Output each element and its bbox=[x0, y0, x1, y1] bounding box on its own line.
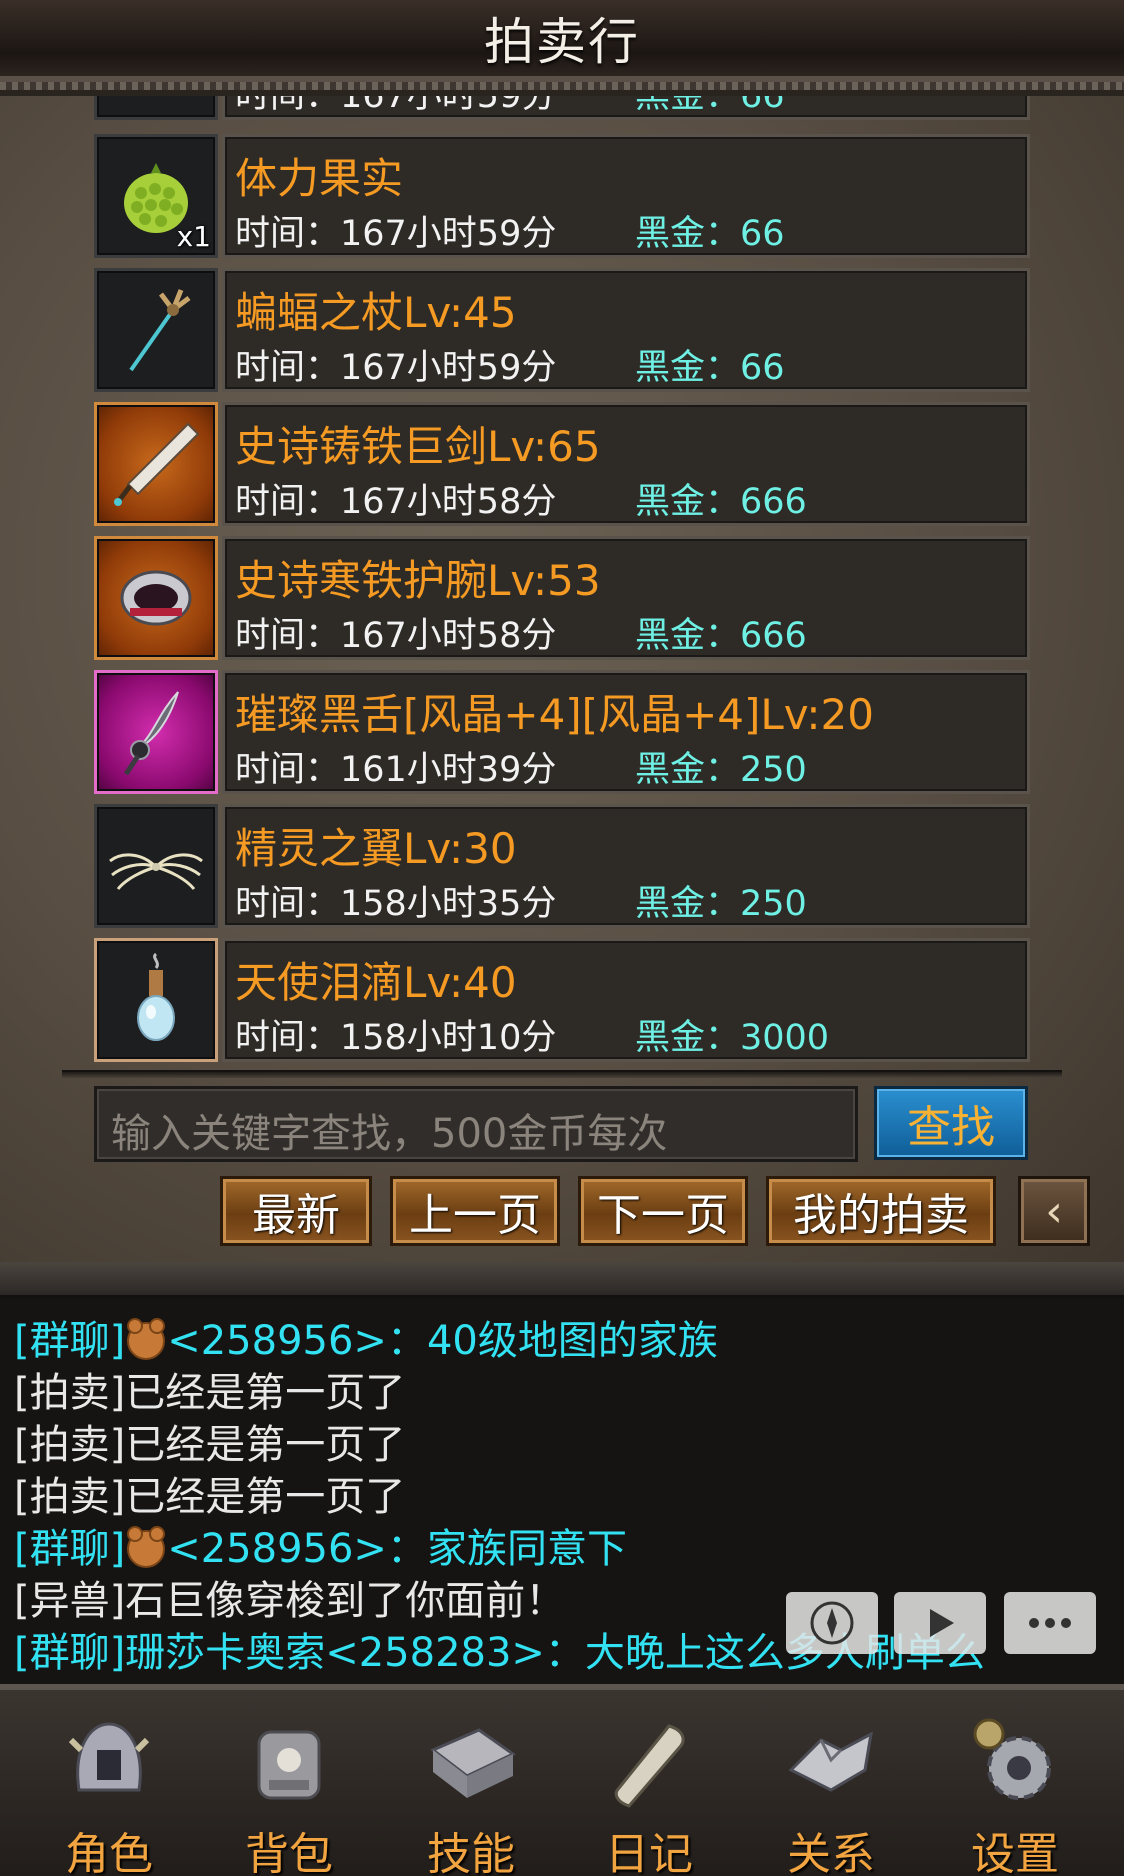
list-item[interactable]: 时间：167小时59分 黑金：66 bbox=[94, 96, 1030, 120]
search-placeholder: 输入关键字查找，500金币每次 bbox=[111, 1111, 668, 1157]
item-time: 时间：158小时35分 bbox=[235, 884, 557, 924]
back-button[interactable]: ‹ bbox=[1018, 1176, 1090, 1246]
item-time: 时间：158小时10分 bbox=[235, 1018, 557, 1058]
search-input[interactable]: 输入关键字查找，500金币每次 bbox=[94, 1086, 858, 1162]
nav-label: 技能 bbox=[427, 1829, 515, 1876]
item-price: 黑金：66 bbox=[635, 96, 785, 116]
item-name: 史诗寒铁护腕Lv:53 bbox=[235, 556, 601, 605]
list-item[interactable]: 史诗铸铁巨剑Lv:65 时间：167小时58分 黑金：666 bbox=[94, 402, 1030, 526]
chat-line: [异兽]石巨像穿梭到了你面前！ bbox=[14, 1578, 566, 1624]
chat-line: [拍卖]已经是第一页了 bbox=[14, 1474, 406, 1520]
item-card: 精灵之翼Lv:30 时间：158小时35分 黑金：250 bbox=[222, 804, 1030, 928]
item-name: 体力果实 bbox=[235, 154, 404, 203]
nav-label: 关系 bbox=[787, 1829, 875, 1876]
bear-emoji-icon bbox=[127, 1318, 166, 1360]
gear-icon bbox=[960, 1706, 1070, 1814]
bat-staff-icon bbox=[129, 289, 191, 372]
item-thumbnail bbox=[94, 536, 218, 660]
item-time: 时间：167小时59分 bbox=[235, 96, 557, 116]
item-price: 黑金：666 bbox=[635, 482, 807, 522]
chat-bubble-icon[interactable] bbox=[1004, 1592, 1096, 1654]
item-thumbnail bbox=[94, 804, 218, 928]
greatsword-icon bbox=[114, 422, 200, 506]
item-price: 黑金：250 bbox=[635, 884, 807, 924]
wings-icon bbox=[109, 853, 203, 890]
auction-panel: 时间：167小时59分 黑金：66 x1 体力果实 时间：167小时59分 黑金… bbox=[0, 96, 1124, 1262]
skill-book-icon bbox=[416, 1706, 526, 1814]
item-thumbnail bbox=[94, 938, 218, 1062]
item-card: 史诗寒铁护腕Lv:53 时间：167小时58分 黑金：666 bbox=[222, 536, 1030, 660]
page-title: 拍卖行 bbox=[484, 13, 640, 71]
list-divider bbox=[62, 1070, 1062, 1078]
item-thumbnail bbox=[94, 402, 218, 526]
bracer-icon bbox=[120, 570, 192, 626]
chat-line: [群聊] <258956>：40级地图的家族 bbox=[14, 1318, 718, 1364]
item-name: 史诗铸铁巨剑Lv:65 bbox=[235, 422, 601, 471]
item-time: 时间：167小时59分 bbox=[235, 214, 557, 254]
bottom-navigation: 角色 背包 技能 日记 关系 设置 bbox=[0, 1684, 1124, 1876]
item-time: 时间：167小时58分 bbox=[235, 616, 557, 656]
nav-character[interactable]: 角色 bbox=[34, 1706, 184, 1876]
nav-backpack[interactable]: 背包 bbox=[214, 1706, 364, 1876]
nav-settings[interactable]: 设置 bbox=[940, 1706, 1090, 1876]
item-thumbnail bbox=[94, 96, 218, 120]
chat-line: [拍卖]已经是第一页了 bbox=[14, 1370, 406, 1416]
handshake-icon bbox=[776, 1706, 886, 1814]
play-icon[interactable] bbox=[894, 1592, 986, 1654]
item-price: 黑金：250 bbox=[635, 750, 807, 790]
chat-line: [群聊] <258956>：家族同意下 bbox=[14, 1526, 627, 1572]
item-name: 璀璨黑舌[风晶+4][风晶+4]Lv:20 bbox=[235, 690, 874, 739]
nav-label: 背包 bbox=[245, 1829, 333, 1876]
item-card: 时间：167小时59分 黑金：66 bbox=[222, 96, 1030, 120]
scroll-icon bbox=[594, 1706, 704, 1814]
nav-relations[interactable]: 关系 bbox=[756, 1706, 906, 1876]
item-price: 黑金：66 bbox=[635, 214, 785, 254]
item-name: 蝙蝠之杖Lv:45 bbox=[235, 288, 517, 337]
chat-line: [拍卖]已经是第一页了 bbox=[14, 1422, 406, 1468]
item-time: 时间：167小时58分 bbox=[235, 482, 557, 522]
item-card: 体力果实 时间：167小时59分 黑金：66 bbox=[222, 134, 1030, 258]
chat-frame bbox=[0, 1262, 1124, 1298]
list-item[interactable]: 璀璨黑舌[风晶+4][风晶+4]Lv:20 时间：161小时39分 黑金：250 bbox=[94, 670, 1030, 794]
nav-diary[interactable]: 日记 bbox=[574, 1706, 724, 1876]
teardrop-pendant-icon bbox=[137, 952, 175, 1041]
compass-icon[interactable] bbox=[786, 1592, 878, 1654]
nav-label: 日记 bbox=[605, 1829, 693, 1876]
item-card: 史诗铸铁巨剑Lv:65 时间：167小时58分 黑金：666 bbox=[222, 402, 1030, 526]
item-time: 时间：161小时39分 bbox=[235, 750, 557, 790]
item-card: 蝙蝠之杖Lv:45 时间：167小时59分 黑金：66 bbox=[222, 268, 1030, 392]
nav-label: 设置 bbox=[971, 1829, 1059, 1876]
bear-emoji-icon bbox=[127, 1526, 166, 1568]
black-blade-icon bbox=[123, 691, 179, 776]
helmet-icon bbox=[54, 1706, 164, 1814]
next-page-button[interactable]: 下一页 bbox=[578, 1176, 748, 1246]
nav-skills[interactable]: 技能 bbox=[396, 1706, 546, 1876]
auction-list[interactable]: 时间：167小时59分 黑金：66 x1 体力果实 时间：167小时59分 黑金… bbox=[94, 96, 1030, 1066]
list-item[interactable]: 精灵之翼Lv:30 时间：158小时35分 黑金：250 bbox=[94, 804, 1030, 928]
item-card: 天使泪滴Lv:40 时间：158小时10分 黑金：3000 bbox=[222, 938, 1030, 1062]
list-item[interactable]: 蝙蝠之杖Lv:45 时间：167小时59分 黑金：66 bbox=[94, 268, 1030, 392]
list-item[interactable]: 天使泪滴Lv:40 时间：158小时10分 黑金：3000 bbox=[94, 938, 1030, 1062]
item-time: 时间：167小时59分 bbox=[235, 348, 557, 388]
list-item[interactable]: x1 体力果实 时间：167小时59分 黑金：66 bbox=[94, 134, 1030, 258]
item-price: 黑金：66 bbox=[635, 348, 785, 388]
item-name: 精灵之翼Lv:30 bbox=[235, 824, 517, 873]
newest-button[interactable]: 最新 bbox=[220, 1176, 372, 1246]
back-arrow-icon: ‹ bbox=[1045, 1185, 1063, 1237]
search-button[interactable]: 查找 bbox=[874, 1086, 1028, 1160]
item-price: 黑金：3000 bbox=[635, 1018, 830, 1058]
nav-label: 角色 bbox=[65, 1829, 153, 1876]
item-thumbnail: x1 bbox=[94, 134, 218, 258]
my-auctions-button[interactable]: 我的拍卖 bbox=[766, 1176, 996, 1246]
item-price: 黑金：666 bbox=[635, 616, 807, 656]
item-thumbnail bbox=[94, 670, 218, 794]
item-quantity: x1 bbox=[176, 220, 211, 253]
item-thumbnail bbox=[94, 268, 218, 392]
item-name: 天使泪滴Lv:40 bbox=[235, 958, 517, 1007]
backpack-icon bbox=[234, 1706, 344, 1814]
title-bar: 拍卖行 bbox=[0, 0, 1124, 90]
item-card: 璀璨黑舌[风晶+4][风晶+4]Lv:20 时间：161小时39分 黑金：250 bbox=[222, 670, 1030, 794]
prev-page-button[interactable]: 上一页 bbox=[390, 1176, 560, 1246]
list-item[interactable]: 史诗寒铁护腕Lv:53 时间：167小时58分 黑金：666 bbox=[94, 536, 1030, 660]
